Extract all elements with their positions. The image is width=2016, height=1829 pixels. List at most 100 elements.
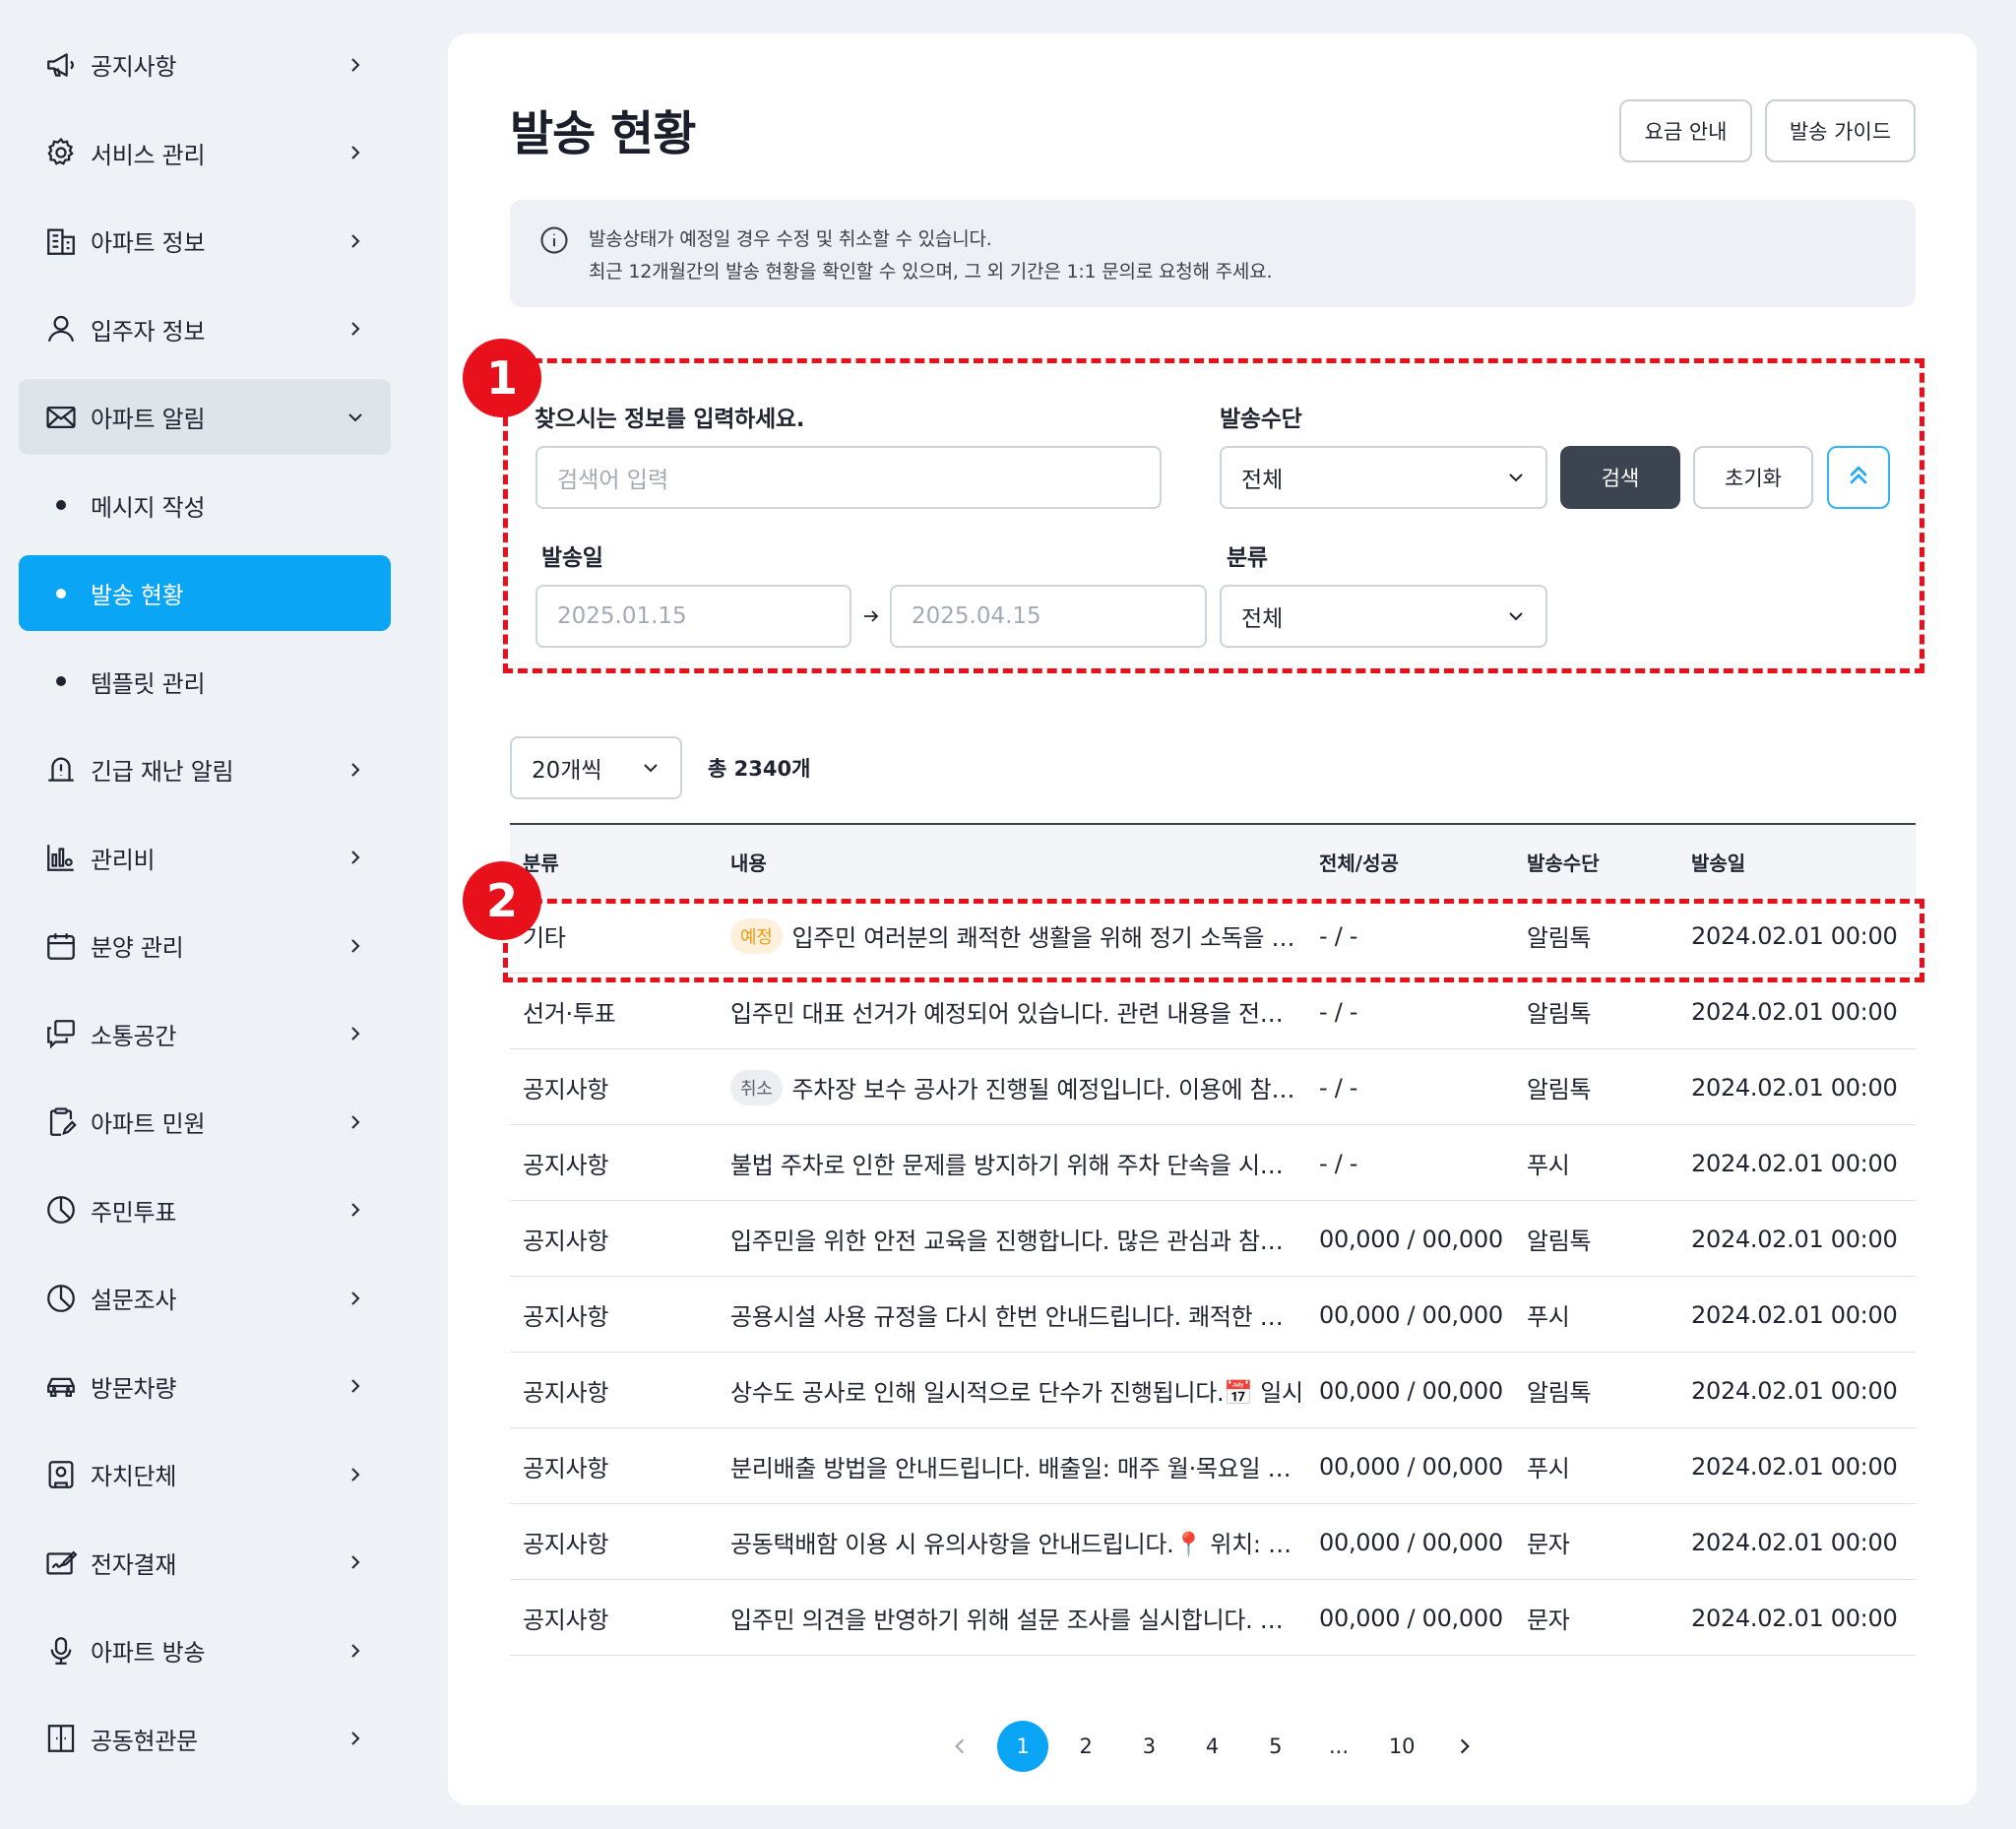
send-guide-button[interactable]: 발송 가이드 [1765,99,1916,162]
sidebar-item-complaint[interactable]: 아파트 민원 [19,1084,391,1160]
sidebar-item-label: 소통공간 [91,1022,177,1050]
category-select[interactable]: 전체 [1220,585,1547,648]
date-to-input[interactable]: 2025.04.15 [890,585,1207,648]
sidebar-item-label: 분양 관리 [91,934,184,962]
category-value: 전체 [1241,606,1284,632]
sidebar-item-resident-info[interactable]: 입주자 정보 [19,291,391,367]
table-row[interactable]: 공지사항 입주민을 위한 안전 교육을 진행합니다. 많은 관심과 참여 바랍니다… [510,1201,1916,1277]
gear-icon [44,136,78,169]
fee-guide-button[interactable]: 요금 안내 [1619,99,1752,162]
sidebar-item-e-approval[interactable]: 전자결재 [19,1525,391,1601]
table-body: 기타예정입주민 여러분의 쾌적한 생활을 위해 정기 소독을 실시합니다.- /… [510,898,1916,1656]
sidebar: 공지사항 서비스 관리 아파트 정보 입주자 정보 아파트 알림 메시지 작성 [19,27,391,1789]
sidebar-item-community[interactable]: 소통공간 [19,996,391,1072]
cell-count: - / - [1319,1149,1358,1177]
sidebar-item-label: 긴급 재난 알림 [91,758,234,786]
cell-content: 입주민 대표 선거가 예정되어 있습니다. 관련 내용을 전달드립니다. [730,974,1303,1049]
table-row[interactable]: 공지사항 공용시설 사용 규정을 다시 한번 안내드립니다. 쾌적한 환경을 위해… [510,1277,1916,1353]
sidebar-item-visitor-car[interactable]: 방문차량 [19,1349,391,1424]
page-number-button[interactable]: 2 [1060,1721,1111,1772]
send-method-select[interactable]: 전체 [1220,446,1547,509]
sidebar-item-broadcast[interactable]: 아파트 방송 [19,1612,391,1688]
table-row[interactable]: 공지사항 분리배출 방법을 안내드립니다. 배출일: 매주 월·목요일 오전 00,… [510,1428,1916,1504]
sidebar-subitem-send-status[interactable]: 발송 현황 [19,555,391,631]
sidebar-item-survey[interactable]: 설문조사 [19,1260,391,1336]
sidebar-item-label: 방문차량 [91,1374,177,1403]
cell-date: 2024.02.01 00:00 [1691,1300,1898,1329]
table-row[interactable]: 공지사항 공동택배함 이용 시 유의사항을 안내드립니다.📍 위치: 1층 로비 0… [510,1504,1916,1580]
sidebar-subitem-compose[interactable]: 메시지 작성 [19,468,391,543]
search-input[interactable]: 검색어 입력 [536,446,1162,509]
sidebar-item-label: 템플릿 관리 [91,669,206,698]
chevron-right-icon [346,143,365,162]
cell-count: 00,000 / 00,000 [1319,1452,1503,1481]
page-number-button[interactable]: 10 [1376,1721,1427,1772]
chevron-right-icon [346,760,365,780]
sidebar-item-apt-alert[interactable]: 아파트 알림 [19,379,391,455]
cell-method: 푸시 [1527,1455,1570,1482]
prev-page-button[interactable] [934,1721,985,1772]
sidebar-item-label: 아파트 알림 [91,406,206,433]
annotation-badge-2: 2 [463,861,541,940]
cell-count: - / - [1319,997,1358,1026]
table-row[interactable]: 공지사항 상수도 공사로 인해 일시적으로 단수가 진행됩니다.📅 일시 00,00… [510,1353,1916,1428]
cell-method: 문자 [1527,1607,1570,1634]
status-badge: 취소 [730,1069,783,1105]
content-text: 불법 주차로 인한 문제를 방지하기 위해 주차 단속을 시행합니다. [730,1152,1303,1179]
info-icon [539,225,569,255]
chevron-right-icon [346,231,365,251]
sidebar-item-notice[interactable]: 공지사항 [19,27,391,102]
car-icon [44,1369,78,1403]
sidebar-item-fee[interactable]: 관리비 [19,820,391,896]
microphone-icon [44,1634,78,1668]
search-button[interactable]: 검색 [1560,446,1680,509]
page-number-button[interactable]: 4 [1187,1721,1238,1772]
chevron-right-icon [346,848,365,867]
table-row[interactable]: 기타예정입주민 여러분의 쾌적한 생활을 위해 정기 소독을 실시합니다.- /… [510,898,1916,974]
collapse-filter-button[interactable] [1827,446,1890,509]
page-number-button[interactable]: 3 [1123,1721,1174,1772]
chevron-right-icon [346,936,365,956]
content-text: 공동택배함 이용 시 유의사항을 안내드립니다.📍 위치: 1층 로비 [730,1531,1303,1558]
notice-text-1: 발송상태가 예정일 경우 수정 및 취소할 수 있습니다. [589,228,992,250]
page-number-button[interactable]: 1 [997,1721,1048,1772]
alert-icon [44,753,78,787]
sidebar-item-entrance-door[interactable]: 공동현관문 [19,1701,391,1777]
table-row[interactable]: 선거·투표 입주민 대표 선거가 예정되어 있습니다. 관련 내용을 전달드립니다… [510,974,1916,1049]
sidebar-item-sale[interactable]: 분양 관리 [19,908,391,983]
next-page-button[interactable] [1439,1721,1490,1772]
table-row[interactable]: 공지사항 불법 주차로 인한 문제를 방지하기 위해 주차 단속을 시행합니다. -… [510,1125,1916,1201]
sidebar-item-self-governing[interactable]: 자치단체 [19,1436,391,1512]
send-method-value: 전체 [1241,468,1284,493]
cell-category: 공지사항 [523,1152,609,1179]
sidebar-item-label: 발송 현황 [91,582,184,609]
chevron-down-icon [1506,468,1526,487]
cell-method: 알림톡 [1527,1076,1592,1104]
cell-date: 2024.02.01 00:00 [1691,997,1898,1026]
date-from-input[interactable]: 2025.01.15 [536,585,851,648]
cell-date: 2024.02.01 00:00 [1691,1452,1898,1481]
sidebar-item-label: 아파트 정보 [91,229,206,257]
building-icon [44,224,78,258]
sidebar-subitem-templates[interactable]: 템플릿 관리 [19,644,391,720]
cell-content: 상수도 공사로 인해 일시적으로 단수가 진행됩니다.📅 일시 [730,1353,1303,1428]
page-size-select[interactable]: 20개씩 [510,736,682,799]
cell-date: 2024.02.01 00:00 [1691,921,1898,950]
cell-date: 2024.02.01 00:00 [1691,1376,1898,1405]
sidebar-item-apt-info[interactable]: 아파트 정보 [19,203,391,279]
content-text: 입주민 여러분의 쾌적한 생활을 위해 정기 소독을 실시합니다. [791,924,1303,952]
table-row[interactable]: 공지사항 입주민 의견을 반영하기 위해 설문 조사를 실시합니다. 참여 부탁드… [510,1580,1916,1656]
sidebar-item-disaster-alert[interactable]: 긴급 재난 알림 [19,731,391,807]
cell-method: 푸시 [1527,1152,1570,1179]
cell-category: 공지사항 [523,1531,609,1558]
category-label: 분류 [1227,545,1268,571]
sidebar-item-service[interactable]: 서비스 관리 [19,115,391,191]
sidebar-item-vote[interactable]: 주민투표 [19,1172,391,1248]
cell-category: 공지사항 [523,1607,609,1634]
sidebar-item-label: 아파트 민원 [91,1110,206,1138]
sidebar-item-label: 입주자 정보 [91,317,206,346]
chevron-right-icon [346,1552,365,1572]
page-number-button[interactable]: 5 [1250,1721,1301,1772]
reset-button[interactable]: 초기화 [1693,446,1813,509]
table-row[interactable]: 공지사항 취소 주차장 보수 공사가 진행될 예정입니다. 이용에 참고 바랍니다.… [510,1049,1916,1125]
